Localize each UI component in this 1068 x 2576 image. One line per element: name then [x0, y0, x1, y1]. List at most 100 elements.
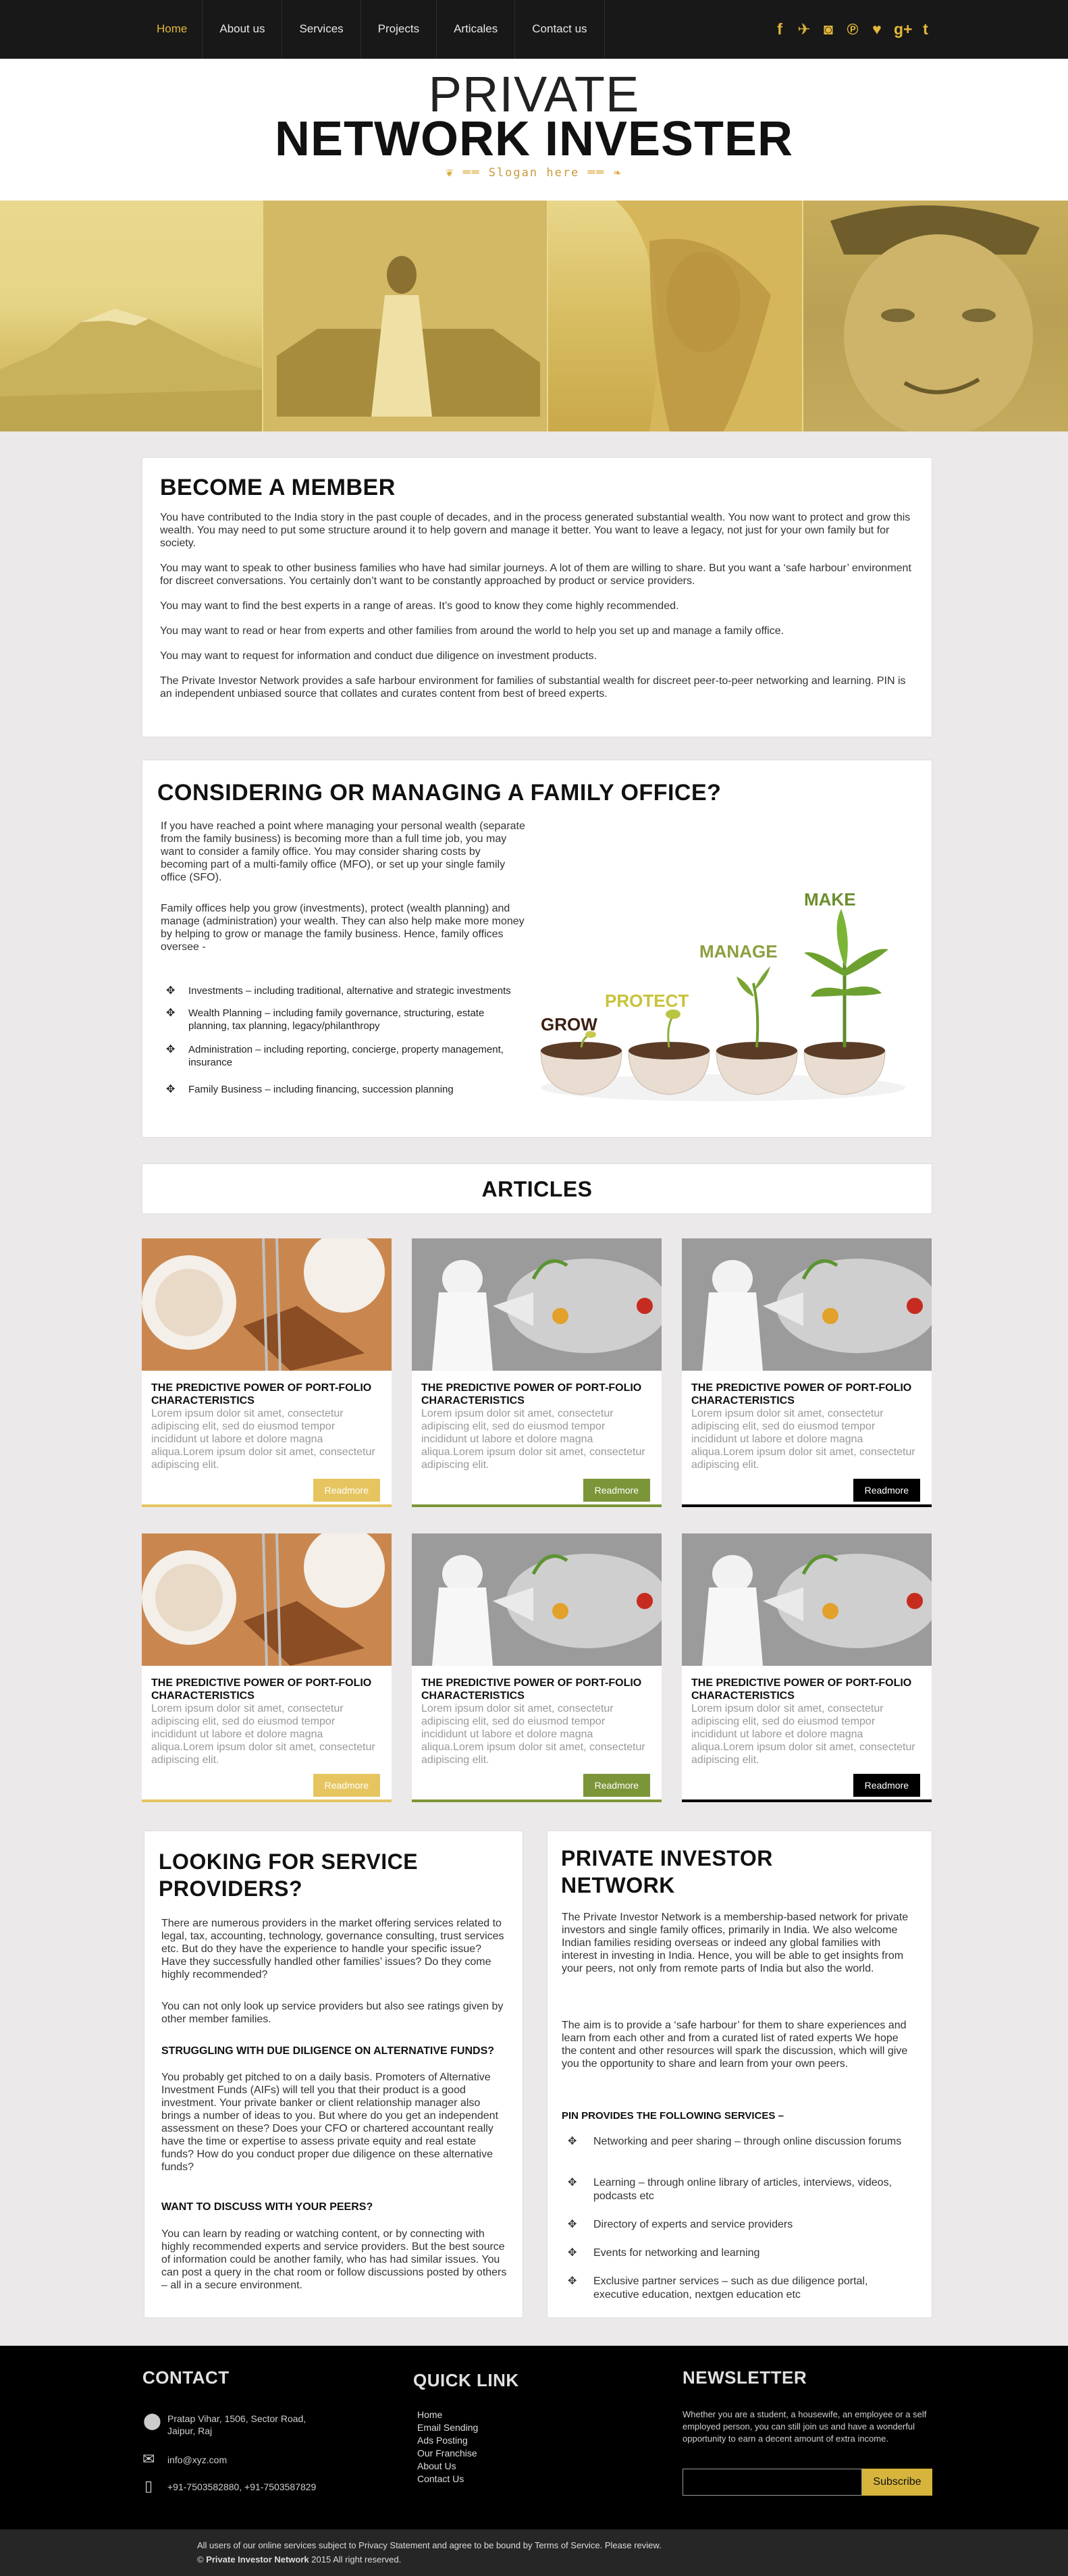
copyright: © Private Investor Network 2015 All righ…: [197, 2554, 402, 2565]
card-accent-bar: [142, 1799, 392, 1802]
banner-image-old-man: [803, 201, 1068, 431]
article-title[interactable]: THE PREDICTIVE POWER OF PORT-FOLIO CHARA…: [421, 1677, 651, 1702]
ornament-left-icon: ❦ ══: [446, 165, 481, 180]
slogan: ❦ ══ Slogan here ══ ❧: [0, 165, 1068, 180]
family-title: CONSIDERING OR MANAGING A FAMILY OFFICE?: [157, 780, 722, 806]
banner-image-woman-hair: [548, 201, 803, 431]
arrow-bullet-icon: ✥: [166, 1007, 176, 1019]
network-service-item: ✥ Learning – through online library of a…: [568, 2177, 892, 2202]
quick-link-contact-us[interactable]: Contact Us: [417, 2473, 478, 2486]
card-accent-bar: [412, 1799, 662, 1802]
slogan-text: Slogan here: [488, 166, 580, 180]
family-list-item: ✥ Administration – including reporting, …: [166, 1044, 504, 1068]
article-card[interactable]: THE PREDICTIVE POWER OF PORT-FOLIO CHARA…: [682, 1238, 932, 1507]
article-title[interactable]: THE PREDICTIVE POWER OF PORT-FOLIO CHARA…: [151, 1382, 381, 1407]
facebook-icon[interactable]: f: [772, 19, 787, 39]
contact-address: Pratap Vihar, 1506, Sector Road, Jaipur,…: [167, 2413, 306, 2436]
quick-links: Home Email Sending Ads Posting Our Franc…: [417, 2409, 478, 2486]
arrow-bullet-icon: ✥: [568, 2276, 577, 2287]
articles-header: ARTICLES: [142, 1163, 932, 1214]
article-card[interactable]: THE PREDICTIVE POWER OF PORT-FOLIO CHARA…: [682, 1533, 932, 1802]
nav-articles[interactable]: Articales: [437, 0, 516, 59]
member-paragraph: You may want to read or hear from expert…: [160, 625, 784, 637]
tumblr-icon[interactable]: t: [918, 19, 933, 39]
family-list-item: ✥ Investments – including traditional, a…: [166, 985, 511, 997]
family-list-item: ✥ Family Business – including financing,…: [166, 1084, 454, 1095]
article-title[interactable]: THE PREDICTIVE POWER OF PORT-FOLIO CHARA…: [691, 1382, 921, 1407]
envelope-icon: ✉: [142, 2450, 155, 2467]
readmore-button[interactable]: Readmore: [313, 1774, 380, 1797]
instagram-icon[interactable]: ◙: [821, 19, 836, 39]
service-providers-section: LOOKING FOR SERVICE PROVIDERS? There are…: [144, 1831, 523, 2318]
article-image-chef: [682, 1238, 932, 1371]
article-excerpt: Lorem ipsum dolor sit amet, consectetur …: [421, 1703, 645, 1766]
quick-link-about-us[interactable]: About Us: [417, 2460, 478, 2473]
articles-title: ARTICLES: [481, 1177, 593, 1201]
article-card[interactable]: THE PREDICTIVE POWER OF PORT-FOLIO CHARA…: [142, 1533, 392, 1802]
hero-banner: [0, 201, 1068, 431]
article-card[interactable]: THE PREDICTIVE POWER OF PORT-FOLIO CHARA…: [412, 1533, 662, 1802]
article-excerpt: Lorem ipsum dolor sit amet, consectetur …: [691, 1408, 915, 1471]
social-links: f ✈ ◙ ℗ ♥ g+ t: [772, 19, 933, 39]
arrow-bullet-icon: ✥: [166, 985, 176, 997]
card-accent-bar: [142, 1504, 392, 1507]
heart-icon[interactable]: ♥: [870, 19, 884, 39]
woman-car-illustration: [263, 201, 547, 431]
contact-email[interactable]: info@xyz.com: [167, 2454, 227, 2466]
network-subheading: PIN PROVIDES THE FOLLOWING SERVICES –: [562, 2110, 784, 2122]
family-list-item: ✥ Wealth Planning – including family gov…: [166, 1007, 485, 1032]
quick-link-home[interactable]: Home: [417, 2409, 478, 2421]
pinterest-icon[interactable]: ℗: [845, 19, 860, 39]
banner-image-mountain: [0, 201, 263, 431]
newsletter-email-input[interactable]: [683, 2469, 862, 2496]
quick-link-our-franchise[interactable]: Our Franchise: [417, 2447, 478, 2460]
nav-contact[interactable]: Contact us: [515, 0, 605, 59]
readmore-button[interactable]: Readmore: [583, 1774, 650, 1797]
article-title[interactable]: THE PREDICTIVE POWER OF PORT-FOLIO CHARA…: [151, 1677, 381, 1702]
newsletter-text: Whether you are a student, a housewife, …: [683, 2409, 927, 2444]
article-card[interactable]: THE PREDICTIVE POWER OF PORT-FOLIO CHARA…: [412, 1238, 662, 1507]
article-excerpt: Lorem ipsum dolor sit amet, consectetur …: [151, 1408, 375, 1471]
service-subheading: STRUGGLING WITH DUE DILIGENCE ON ALTERNA…: [161, 2045, 495, 2057]
quick-link-ads-posting[interactable]: Ads Posting: [417, 2434, 478, 2447]
subscribe-button[interactable]: Subscribe: [862, 2469, 932, 2496]
nav-about[interactable]: About us: [203, 0, 283, 59]
contact-phone[interactable]: +91-7503582880, +91-7503587829: [167, 2481, 316, 2493]
location-pin-icon: ⬤: [143, 2412, 161, 2430]
mountain-illustration: [0, 309, 262, 431]
twitter-icon[interactable]: ✈: [797, 19, 811, 39]
arrow-bullet-icon: ✥: [568, 2219, 577, 2230]
article-card[interactable]: THE PREDICTIVE POWER OF PORT-FOLIO CHARA…: [142, 1238, 392, 1507]
legal-notice: All users of our online services subject…: [197, 2540, 662, 2550]
readmore-button[interactable]: Readmore: [853, 1774, 920, 1797]
nav-projects[interactable]: Projects: [361, 0, 437, 59]
network-paragraph: The Private Investor Network is a member…: [562, 1912, 909, 1974]
member-paragraph: The Private Investor Network provides a …: [160, 675, 906, 700]
site-header: PRIVATE NETWORK INVESTER ❦ ══ Slogan her…: [0, 59, 1068, 201]
readmore-button[interactable]: Readmore: [313, 1479, 380, 1502]
google-plus-icon[interactable]: g+: [894, 19, 912, 39]
banner-image-woman-car: [263, 201, 548, 431]
top-nav-bar: Home About us Services Projects Articale…: [0, 0, 1068, 59]
network-title: PRIVATE INVESTOR NETWORK: [561, 1846, 773, 1897]
article-excerpt: Lorem ipsum dolor sit amet, consectetur …: [151, 1703, 375, 1766]
article-title[interactable]: THE PREDICTIVE POWER OF PORT-FOLIO CHARA…: [421, 1382, 651, 1407]
article-title[interactable]: THE PREDICTIVE POWER OF PORT-FOLIO CHARA…: [691, 1677, 921, 1702]
member-title: BECOME A MEMBER: [160, 475, 396, 500]
card-accent-bar: [682, 1504, 932, 1507]
family-paragraph: If you have reached a point where managi…: [161, 820, 525, 883]
main-nav: Home About us Services Projects Articale…: [142, 0, 605, 59]
nav-home[interactable]: Home: [142, 0, 203, 59]
family-office-section: CONSIDERING OR MANAGING A FAMILY OFFICE?…: [142, 760, 932, 1138]
legal-bar: All users of our online services subject…: [0, 2529, 1068, 2576]
quick-link-email-sending[interactable]: Email Sending: [417, 2421, 478, 2434]
readmore-button[interactable]: Readmore: [853, 1479, 920, 1502]
brand-title-bottom: NETWORK INVESTER: [274, 112, 794, 166]
network-paragraph: The aim is to provide a ‘safe harbour’ f…: [562, 2020, 908, 2070]
site-footer: CONTACT ⬤ Pratap Vihar, 1506, Sector Roa…: [0, 2346, 1068, 2529]
article-excerpt: Lorem ipsum dolor sit amet, consectetur …: [691, 1703, 915, 1766]
nav-services[interactable]: Services: [282, 0, 361, 59]
readmore-button[interactable]: Readmore: [583, 1479, 650, 1502]
old-man-illustration: [830, 205, 1040, 431]
article-image-chef: [412, 1533, 662, 1666]
